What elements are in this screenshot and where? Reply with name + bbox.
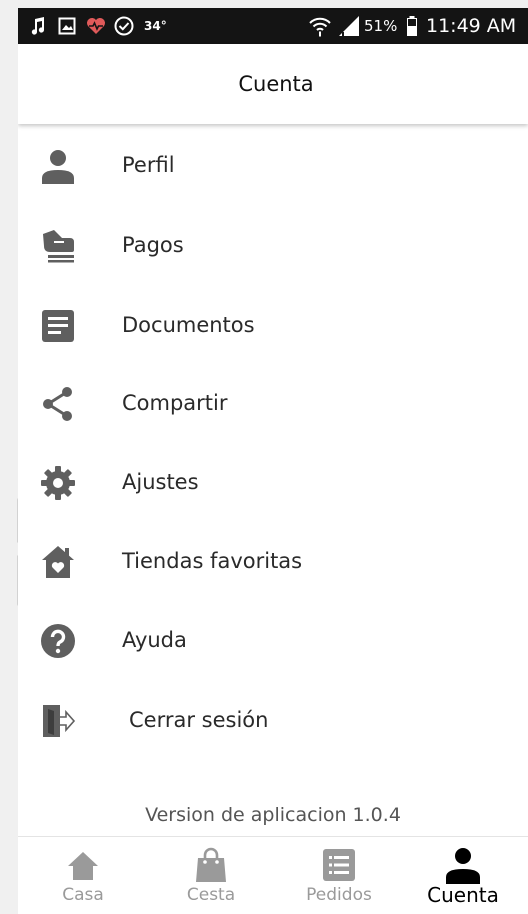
- menu-item-label: Cerrar sesión: [129, 708, 269, 732]
- menu-item-label: Tiendas favoritas: [122, 549, 303, 573]
- menu-item-label: Compartir: [122, 391, 228, 415]
- app-version-text: Version de aplicacion 1.0.4: [145, 804, 401, 826]
- check-circle-icon: [114, 8, 134, 44]
- menu-item-documentos[interactable]: Documentos: [18, 290, 528, 369]
- bottom-navigation: Casa Cesta Pedidos Cuenta: [18, 836, 528, 914]
- menu-item-ayuda[interactable]: Ayuda: [18, 605, 528, 684]
- temperature-label: 34°: [144, 19, 167, 33]
- bag-icon: [156, 847, 266, 883]
- menu-item-cerrar-sesion[interactable]: Cerrar sesión: [18, 685, 528, 764]
- battery-percent: 51%: [364, 17, 398, 35]
- menu-item-compartir[interactable]: Compartir: [18, 368, 528, 447]
- nav-tab-cuenta[interactable]: Cuenta: [408, 837, 518, 914]
- nav-label: Casa: [62, 885, 104, 905]
- nav-label: Pedidos: [306, 885, 372, 905]
- menu-item-ajustes[interactable]: Ajustes: [18, 447, 528, 526]
- app-header: Cuenta: [18, 44, 528, 124]
- wifi-icon: [308, 8, 332, 44]
- battery-icon: [406, 8, 418, 44]
- heart-rate-icon: [86, 8, 106, 44]
- nav-label: Cuenta: [427, 883, 499, 907]
- document-icon: [40, 308, 76, 344]
- nav-label: Cesta: [186, 885, 236, 905]
- payment-hand-icon: [40, 228, 76, 264]
- home-icon: [28, 847, 138, 883]
- status-bar: 34° 51% 11:49 AM: [18, 8, 528, 44]
- person-icon: [408, 847, 518, 884]
- clock-time: 11:49 AM: [426, 15, 517, 37]
- nav-tab-casa[interactable]: Casa: [28, 837, 138, 914]
- logout-icon: [40, 703, 76, 739]
- person-icon: [40, 148, 76, 184]
- phone-screen: 34° 51% 11:49 AM Cuenta Perfil Pagos Doc…: [18, 8, 528, 914]
- menu-item-label: Documentos: [122, 313, 255, 337]
- music-note-icon: [31, 8, 45, 44]
- image-icon: [58, 8, 76, 44]
- orders-icon: [284, 847, 394, 883]
- menu-item-perfil[interactable]: Perfil: [18, 130, 528, 209]
- menu-item-label: Ajustes: [122, 470, 199, 494]
- help-icon: [40, 623, 76, 659]
- gear-icon: [40, 465, 76, 501]
- nav-tab-cesta[interactable]: Cesta: [156, 837, 266, 914]
- menu-item-pagos[interactable]: Pagos: [18, 210, 528, 289]
- nav-tab-pedidos[interactable]: Pedidos: [284, 837, 394, 914]
- menu-item-tiendas-favoritas[interactable]: Tiendas favoritas: [18, 526, 528, 605]
- menu-item-label: Pagos: [122, 233, 184, 257]
- favorite-store-icon: [40, 544, 76, 580]
- menu-item-label: Perfil: [122, 153, 175, 177]
- page-title: Cuenta: [238, 72, 314, 96]
- share-icon: [40, 386, 76, 422]
- menu-item-label: Ayuda: [122, 628, 187, 652]
- signal-icon: [338, 8, 360, 44]
